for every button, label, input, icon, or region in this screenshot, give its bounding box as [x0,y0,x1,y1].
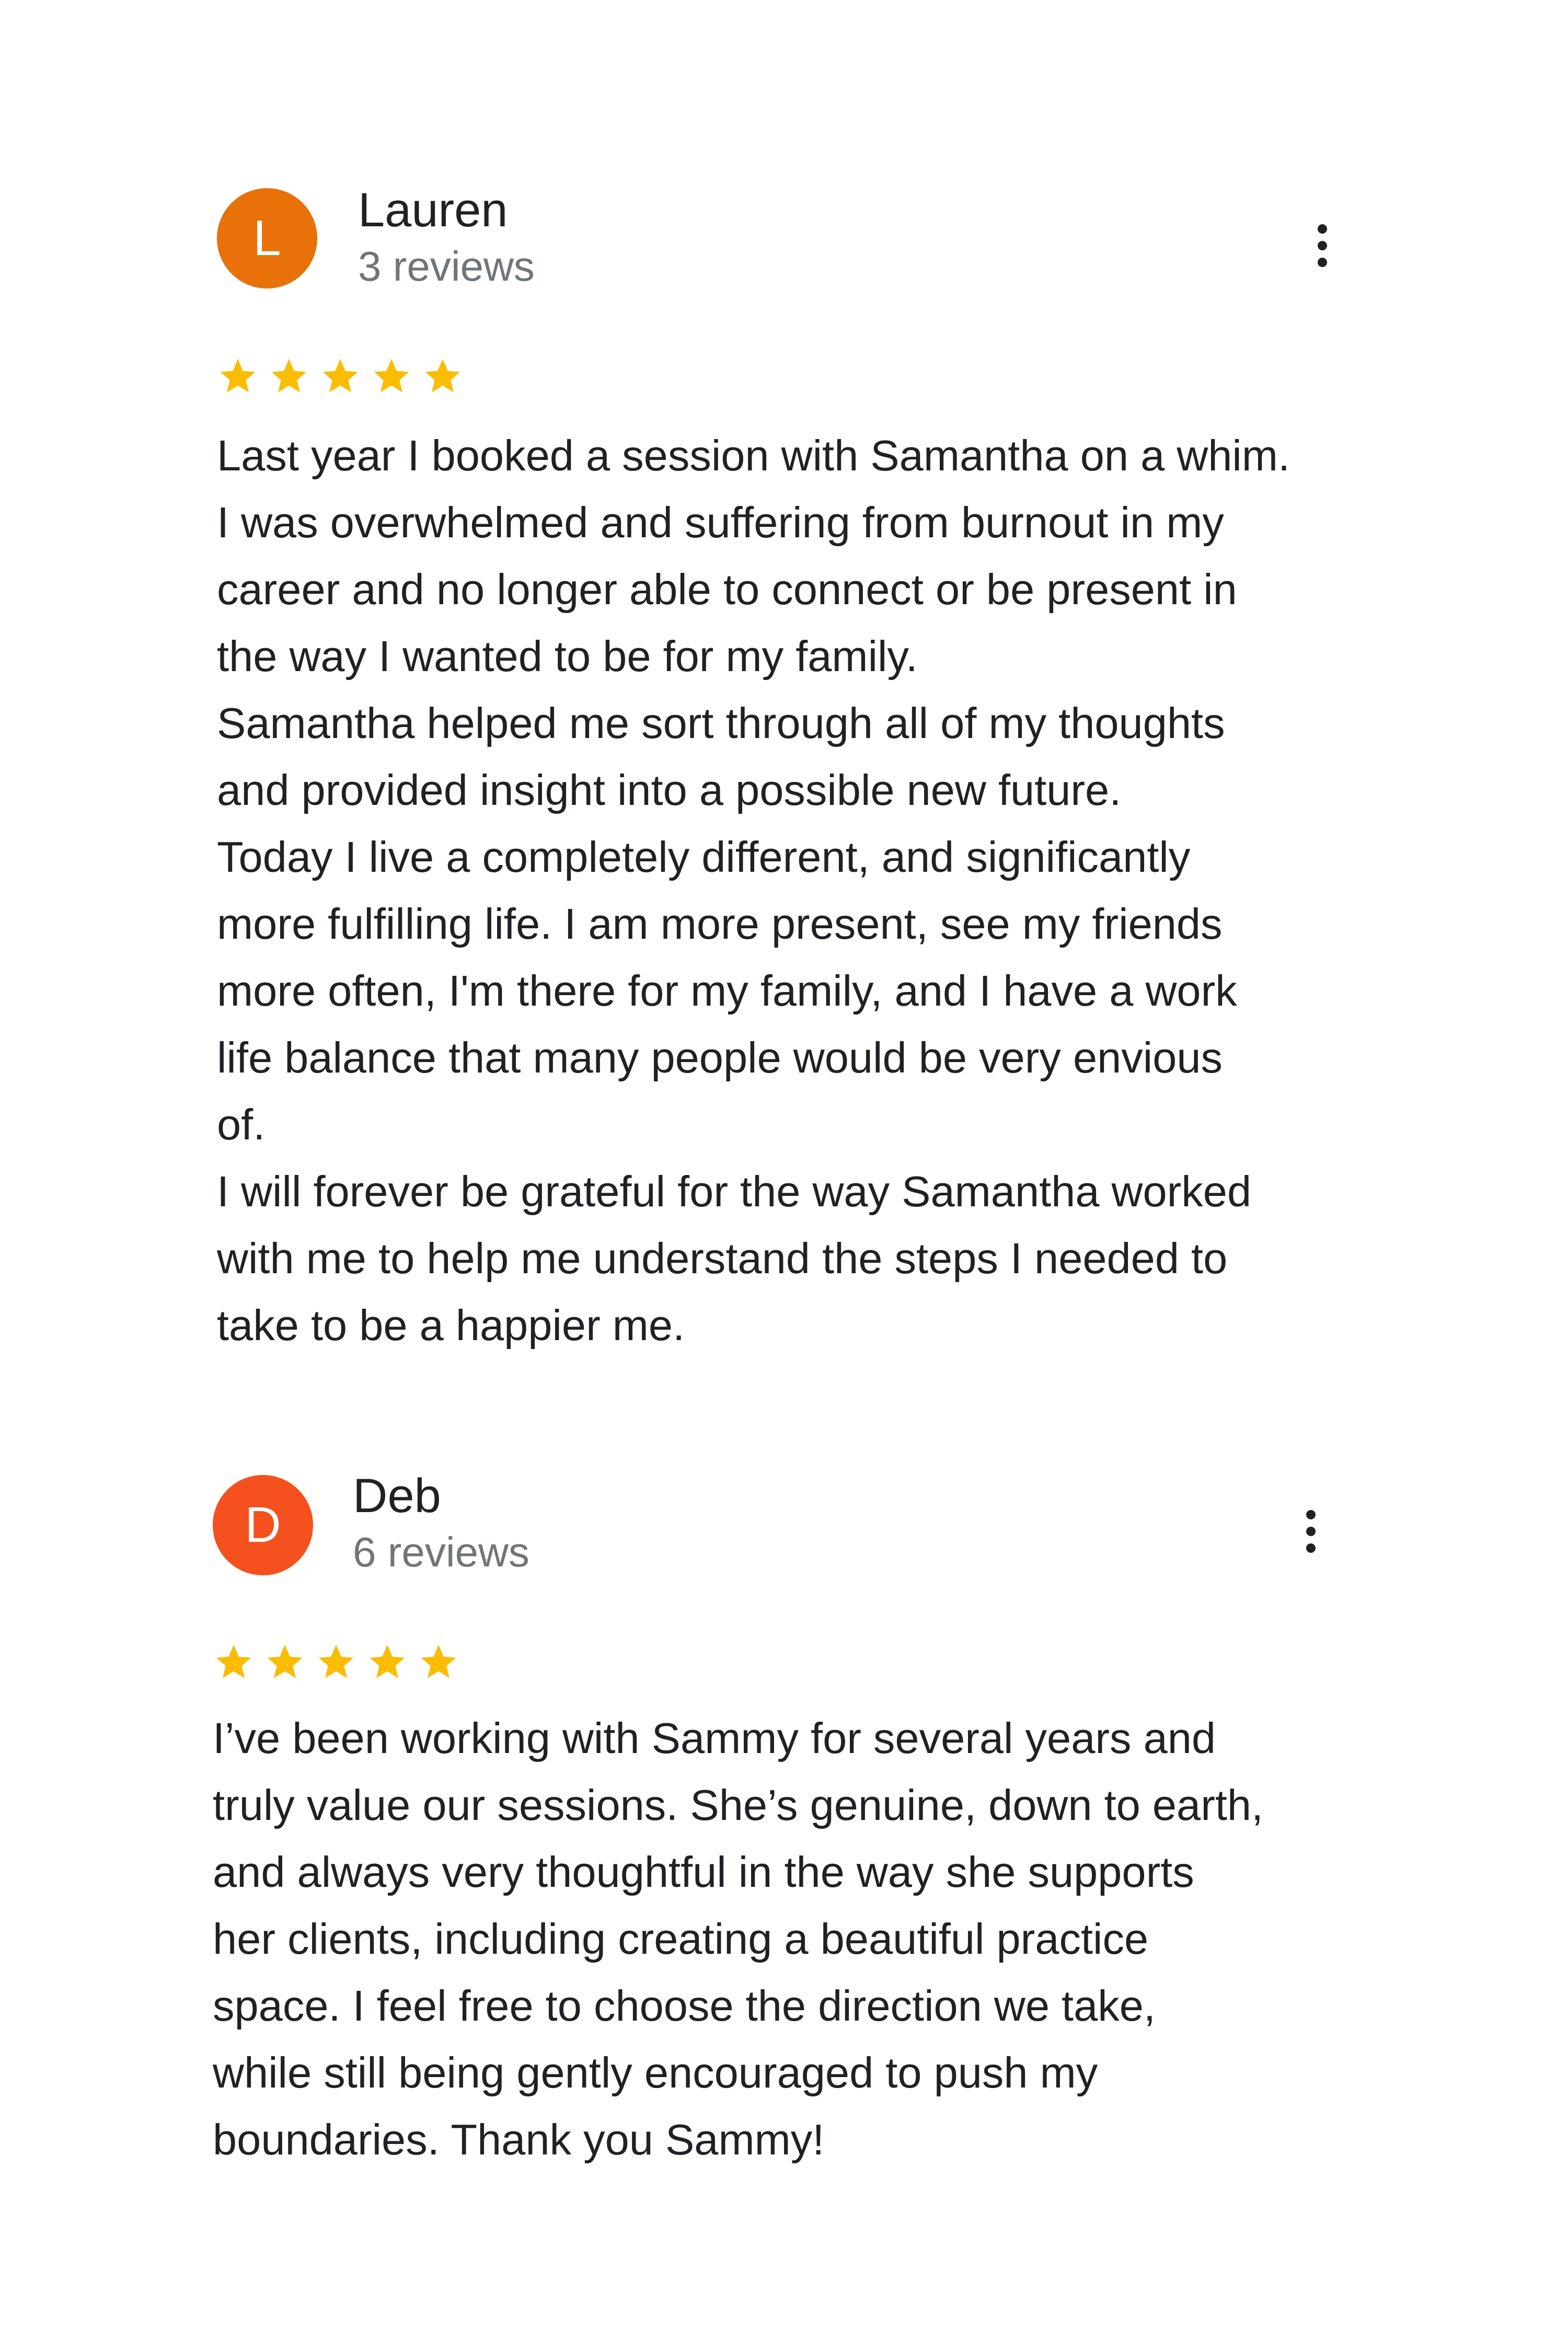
review-text: I’ve been working with Sammy for several… [213,1714,1264,2164]
reviewer-name[interactable]: Lauren [358,184,508,236]
star-icon [267,1644,303,1678]
avatar[interactable]: D [213,1475,313,1575]
avatar-letter: L [253,210,281,266]
star-icon [271,359,307,393]
more-options-icon[interactable] [1295,1500,1327,1563]
star-icon [370,1644,405,1678]
avatar[interactable]: L [217,188,317,289]
review-count[interactable]: 6 reviews [353,1529,529,1576]
star-rating [213,1636,459,1688]
avatar-letter: D [245,1497,281,1553]
review-text: Last year I booked a session with Samant… [217,431,1290,1350]
star-icon [216,1644,251,1678]
star-rating [217,350,464,402]
reviewer-name[interactable]: Deb [353,1470,441,1522]
star-icon [322,359,358,393]
review-count[interactable]: 3 reviews [358,243,535,290]
more-options-icon[interactable] [1307,214,1338,277]
star-icon [318,1644,354,1678]
star-icon [220,359,256,393]
star-icon [425,359,460,393]
star-icon [421,1644,456,1678]
star-icon [374,359,409,393]
